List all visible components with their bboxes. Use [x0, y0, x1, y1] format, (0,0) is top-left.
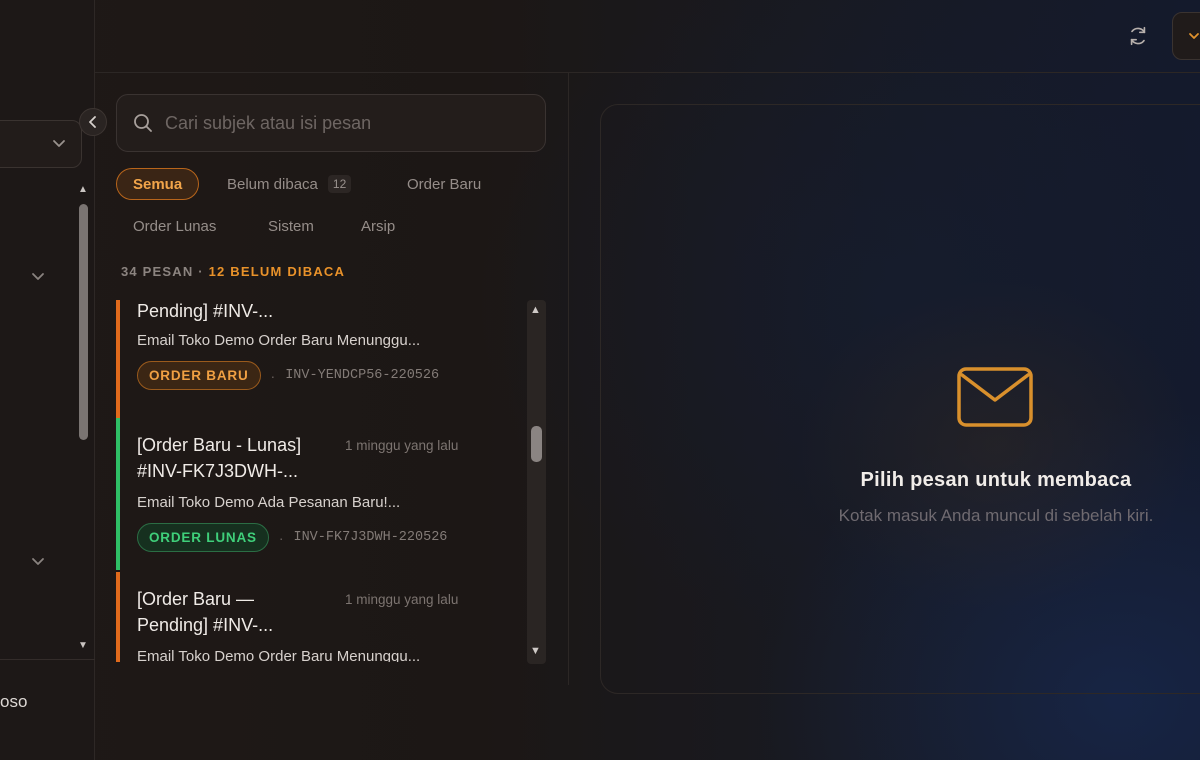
- tag-badge: ORDER LUNAS: [137, 523, 269, 552]
- panel-divider: [568, 73, 569, 685]
- scroll-down-arrow[interactable]: ▼: [530, 646, 541, 657]
- list-scrollbar[interactable]: [527, 300, 546, 664]
- list-item[interactable]: [Order Baru — Pending] #INV-... 1 minggu…: [116, 572, 524, 662]
- invoice-id: INV-YENDCP56-220526: [285, 368, 440, 383]
- empty-state-subtitle: Kotak masuk Anda muncul di sebelah kiri.: [838, 506, 1154, 525]
- message-title-line: Pending] #INV-...: [137, 615, 274, 635]
- filter-arsip[interactable]: Arsip: [345, 210, 411, 242]
- total-count: 34 PESAN: [121, 264, 194, 279]
- search-icon: [134, 114, 152, 132]
- sidebar-dropdown[interactable]: [0, 120, 82, 168]
- message-title-line: [Order Baru —: [137, 589, 255, 609]
- list-summary: 34 PESAN · 12 BELUM DIBACA: [121, 264, 345, 279]
- unread-count-badge: 12: [327, 175, 352, 193]
- message-title: [Order Baru - Lunas] #INV-FK7J3DWH-...: [137, 418, 377, 484]
- message-time: 1 minggu yang lalu: [345, 592, 459, 607]
- envelope-icon: [957, 367, 1033, 427]
- list-item[interactable]: Pending] #INV-... Email Toko Demo Order …: [116, 300, 524, 418]
- scroll-up-arrow[interactable]: ▲: [78, 185, 88, 195]
- tag-badge: ORDER BARU: [137, 361, 261, 390]
- divider: [0, 659, 95, 660]
- account-dropdown[interactable]: [1172, 12, 1200, 60]
- invoice-id: INV-FK7J3DWH-220526: [293, 530, 448, 545]
- filter-label: Order Lunas: [133, 217, 217, 235]
- message-time: 1 minggu yang lalu: [345, 438, 459, 453]
- chevron-left-icon: [89, 116, 96, 128]
- sidebar-scroll-thumb[interactable]: [79, 204, 88, 440]
- list-item[interactable]: [Order Baru - Lunas] #INV-FK7J3DWH-... 1…: [116, 418, 524, 570]
- search-box[interactable]: [116, 94, 546, 152]
- chevron-down-icon[interactable]: [30, 553, 46, 569]
- collapse-sidebar-button[interactable]: [79, 108, 107, 136]
- filter-label: Semua: [133, 175, 183, 193]
- separator: ·: [198, 264, 204, 279]
- message-title-line: #INV-FK7J3DWH-...: [137, 461, 299, 481]
- filter-sistem[interactable]: Sistem: [252, 210, 330, 242]
- list-scroll-thumb[interactable]: [531, 426, 542, 462]
- topbar-divider: [95, 72, 1200, 73]
- message-accent-bar: [116, 572, 120, 662]
- message-accent-bar: [116, 418, 120, 570]
- filter-label: Arsip: [361, 217, 396, 235]
- filter-belum-dibaca[interactable]: Belum dibaca 12: [211, 168, 367, 200]
- message-tags: ORDER BARU · INV-YENDCP56-220526: [137, 361, 524, 390]
- filter-label: Belum dibaca: [227, 175, 318, 193]
- chevron-down-icon: [1189, 33, 1199, 39]
- empty-state-title: Pilih pesan untuk membaca: [860, 469, 1132, 491]
- unread-count: 12 BELUM DIBACA: [208, 264, 346, 279]
- message-title: Pending] #INV-...: [137, 301, 274, 321]
- search-input[interactable]: [165, 112, 525, 134]
- chevron-down-icon: [53, 140, 65, 147]
- filter-order-baru[interactable]: Order Baru: [391, 168, 497, 200]
- filter-order-lunas[interactable]: Order Lunas: [117, 210, 232, 242]
- message-list: Pending] #INV-... Email Toko Demo Order …: [116, 300, 524, 662]
- separator: ·: [270, 367, 276, 384]
- filter-semua[interactable]: Semua: [116, 168, 200, 200]
- filter-label: Order Baru: [407, 175, 482, 193]
- separator: ·: [278, 529, 284, 546]
- message-accent-bar: [116, 300, 120, 418]
- scroll-down-arrow[interactable]: ▼: [78, 641, 88, 651]
- message-title: [Order Baru — Pending] #INV-...: [137, 572, 377, 638]
- refresh-button[interactable]: [1124, 22, 1152, 50]
- sidebar-user-name[interactable]: oso: [0, 692, 27, 712]
- chevron-down-icon[interactable]: [30, 268, 46, 284]
- scroll-up-arrow[interactable]: ▲: [530, 305, 541, 316]
- message-preview: Email Toko Demo Ada Pesanan Baru!...: [137, 494, 401, 511]
- message-tags: ORDER LUNAS · INV-FK7J3DWH-220526: [137, 523, 524, 552]
- refresh-icon: [1130, 26, 1146, 46]
- message-title-line: [Order Baru - Lunas]: [137, 435, 302, 455]
- reading-pane: [600, 104, 1200, 694]
- message-preview: Email Toko Demo Order Baru Menunggu...: [137, 332, 421, 349]
- filter-label: Sistem: [268, 217, 314, 235]
- message-preview: Email Toko Demo Order Baru Menunggu...: [137, 648, 421, 662]
